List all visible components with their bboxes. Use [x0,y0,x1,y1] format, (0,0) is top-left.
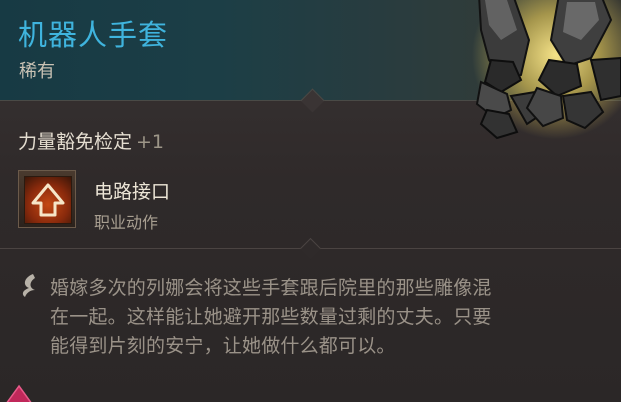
item-rarity: 稀有 [19,61,55,82]
item-art [451,0,621,140]
action-icon-bg [24,176,72,224]
action-name: 电路接口 [94,181,171,203]
quill-icon [22,274,35,297]
lore-line: 婚嫁多次的列娜会将这些手套跟后院里的那些雕像混 [50,277,492,299]
stat-line: 力量豁免检定 +1 [18,127,164,154]
item-tooltip: 机器人手套 稀有 力量豁免检定 +1 电路接口 职业动作 婚嫁多次的列娜会将这些手… [0,0,621,402]
lore-line: 能得到片刻的安宁，让她做什么都可以。 [50,335,396,357]
item-name: 机器人手套 [18,18,169,52]
warning-icon [6,384,32,402]
divider-notch [299,237,322,260]
lore-line: 在一起。这样能让她避开那些数量过剩的丈夫。只要 [50,306,492,328]
arrow-up-icon [31,183,65,217]
gauntlet-icon [475,0,621,140]
action-type: 职业动作 [94,213,159,232]
stat-label: 力量豁免检定 [18,131,133,153]
lore-text: 婚嫁多次的列娜会将这些手套跟后院里的那些雕像混 在一起。这样能让她避开那些数量过… [50,274,605,361]
stat-bonus: +1 [136,131,165,153]
action-slot[interactable] [18,170,76,228]
